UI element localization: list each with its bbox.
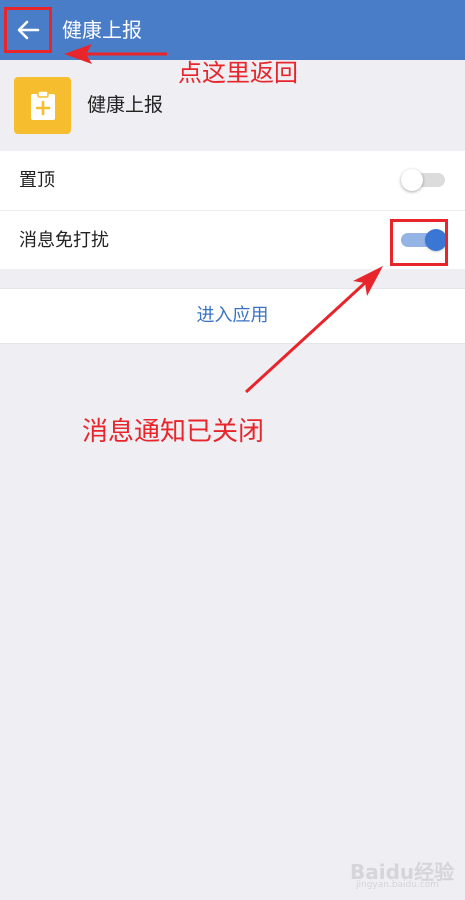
back-hint-annotation: 点这里返回 — [178, 59, 298, 87]
back-arrow-annotation — [64, 44, 167, 64]
annotation-arrows — [64, 44, 383, 394]
watermark-sub: jingyan.baidu.com — [356, 880, 440, 890]
toggle-arrow-annotation — [244, 266, 383, 394]
mute-hint-annotation: 消息通知已关闭 — [82, 417, 265, 447]
